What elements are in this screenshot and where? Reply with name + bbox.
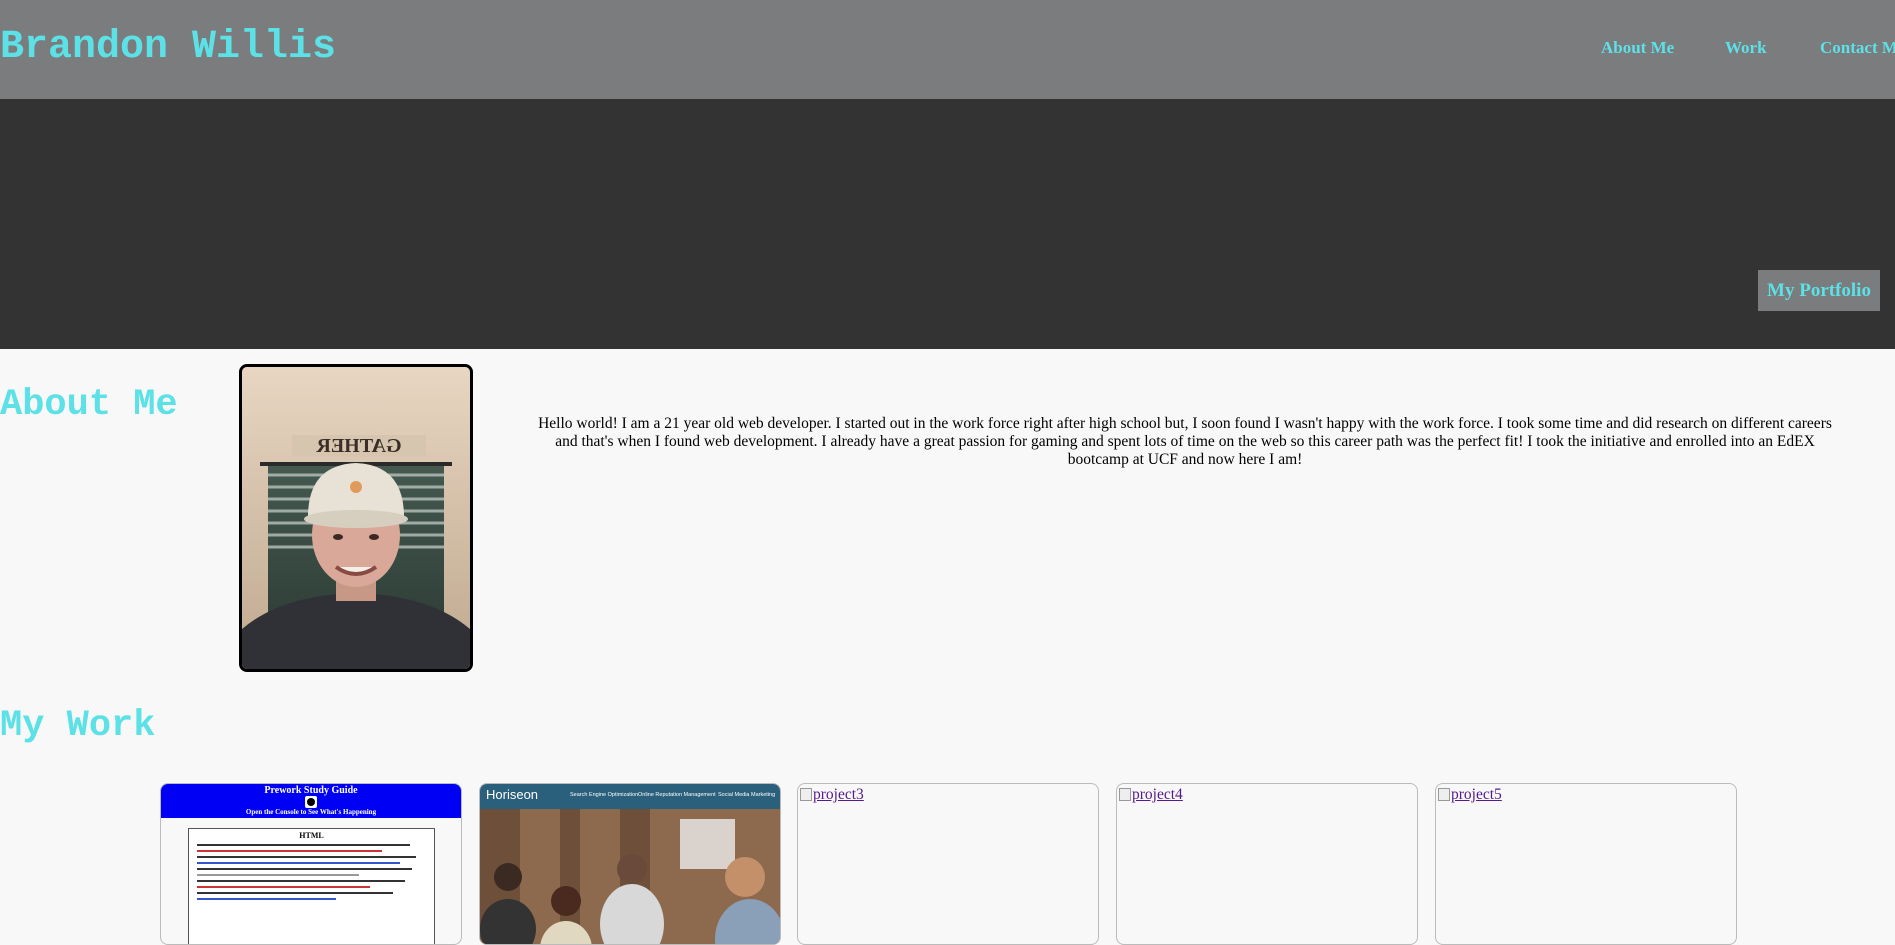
prework-section-title: HTML (299, 831, 324, 840)
project-card-horiseon[interactable]: Horiseon Search Engine Optimization Onli… (479, 783, 781, 945)
prework-subtitle: Open the Console to See What's Happening (245, 808, 377, 816)
horiseon-nav-orm: Online Reputation Management (638, 792, 716, 798)
horiseon-hero-image (480, 809, 780, 944)
project4-link[interactable]: project4 (1119, 786, 1183, 804)
broken-image-icon (1119, 788, 1131, 801)
about-me-heading: About Me (0, 384, 178, 426)
horiseon-nav-smm: Social Media Marketing (718, 792, 776, 798)
nav-link-contact-me[interactable]: Contact Me (1820, 38, 1895, 58)
hero-banner (0, 99, 1895, 349)
project-card-project4[interactable]: project4 (1116, 783, 1418, 945)
prework-title: Prework Study Guide (264, 785, 358, 796)
project-card-project3[interactable]: project3 (797, 783, 1099, 945)
broken-image-icon (800, 788, 812, 801)
profile-photo: GATHER (239, 364, 473, 672)
site-title: Brandon Willis (0, 25, 337, 70)
broken-image-icon (1438, 788, 1450, 801)
site-header: Brandon Willis About Me Work Contact Me (0, 0, 1895, 99)
my-work-heading: My Work (0, 705, 156, 747)
project3-link[interactable]: project3 (800, 786, 864, 804)
project5-alt-text: project5 (1451, 786, 1502, 803)
project-card-prework-study-guide[interactable]: Prework Study Guide Open the Console to … (160, 783, 462, 945)
about-me-text: Hello world! I am a 21 year old web deve… (538, 415, 1832, 468)
project-card-project5[interactable]: project5 (1435, 783, 1737, 945)
nav-link-work[interactable]: Work (1725, 38, 1767, 58)
project4-alt-text: project4 (1132, 786, 1183, 803)
horiseon-navbar: Horiseon Search Engine Optimization Onli… (480, 784, 780, 809)
project5-link[interactable]: project5 (1438, 786, 1502, 804)
nav-link-about-me[interactable]: About Me (1601, 38, 1674, 58)
horiseon-brand: Horiseon (486, 787, 539, 802)
prework-content-box: HTML (188, 828, 435, 944)
project3-alt-text: project3 (813, 786, 864, 803)
my-portfolio-button[interactable]: My Portfolio (1758, 270, 1880, 311)
photo-sign-text: GATHER (316, 435, 402, 457)
horiseon-nav-seo: Search Engine Optimization (570, 792, 639, 798)
prework-header: Prework Study Guide Open the Console to … (161, 784, 461, 818)
github-icon (305, 796, 317, 808)
